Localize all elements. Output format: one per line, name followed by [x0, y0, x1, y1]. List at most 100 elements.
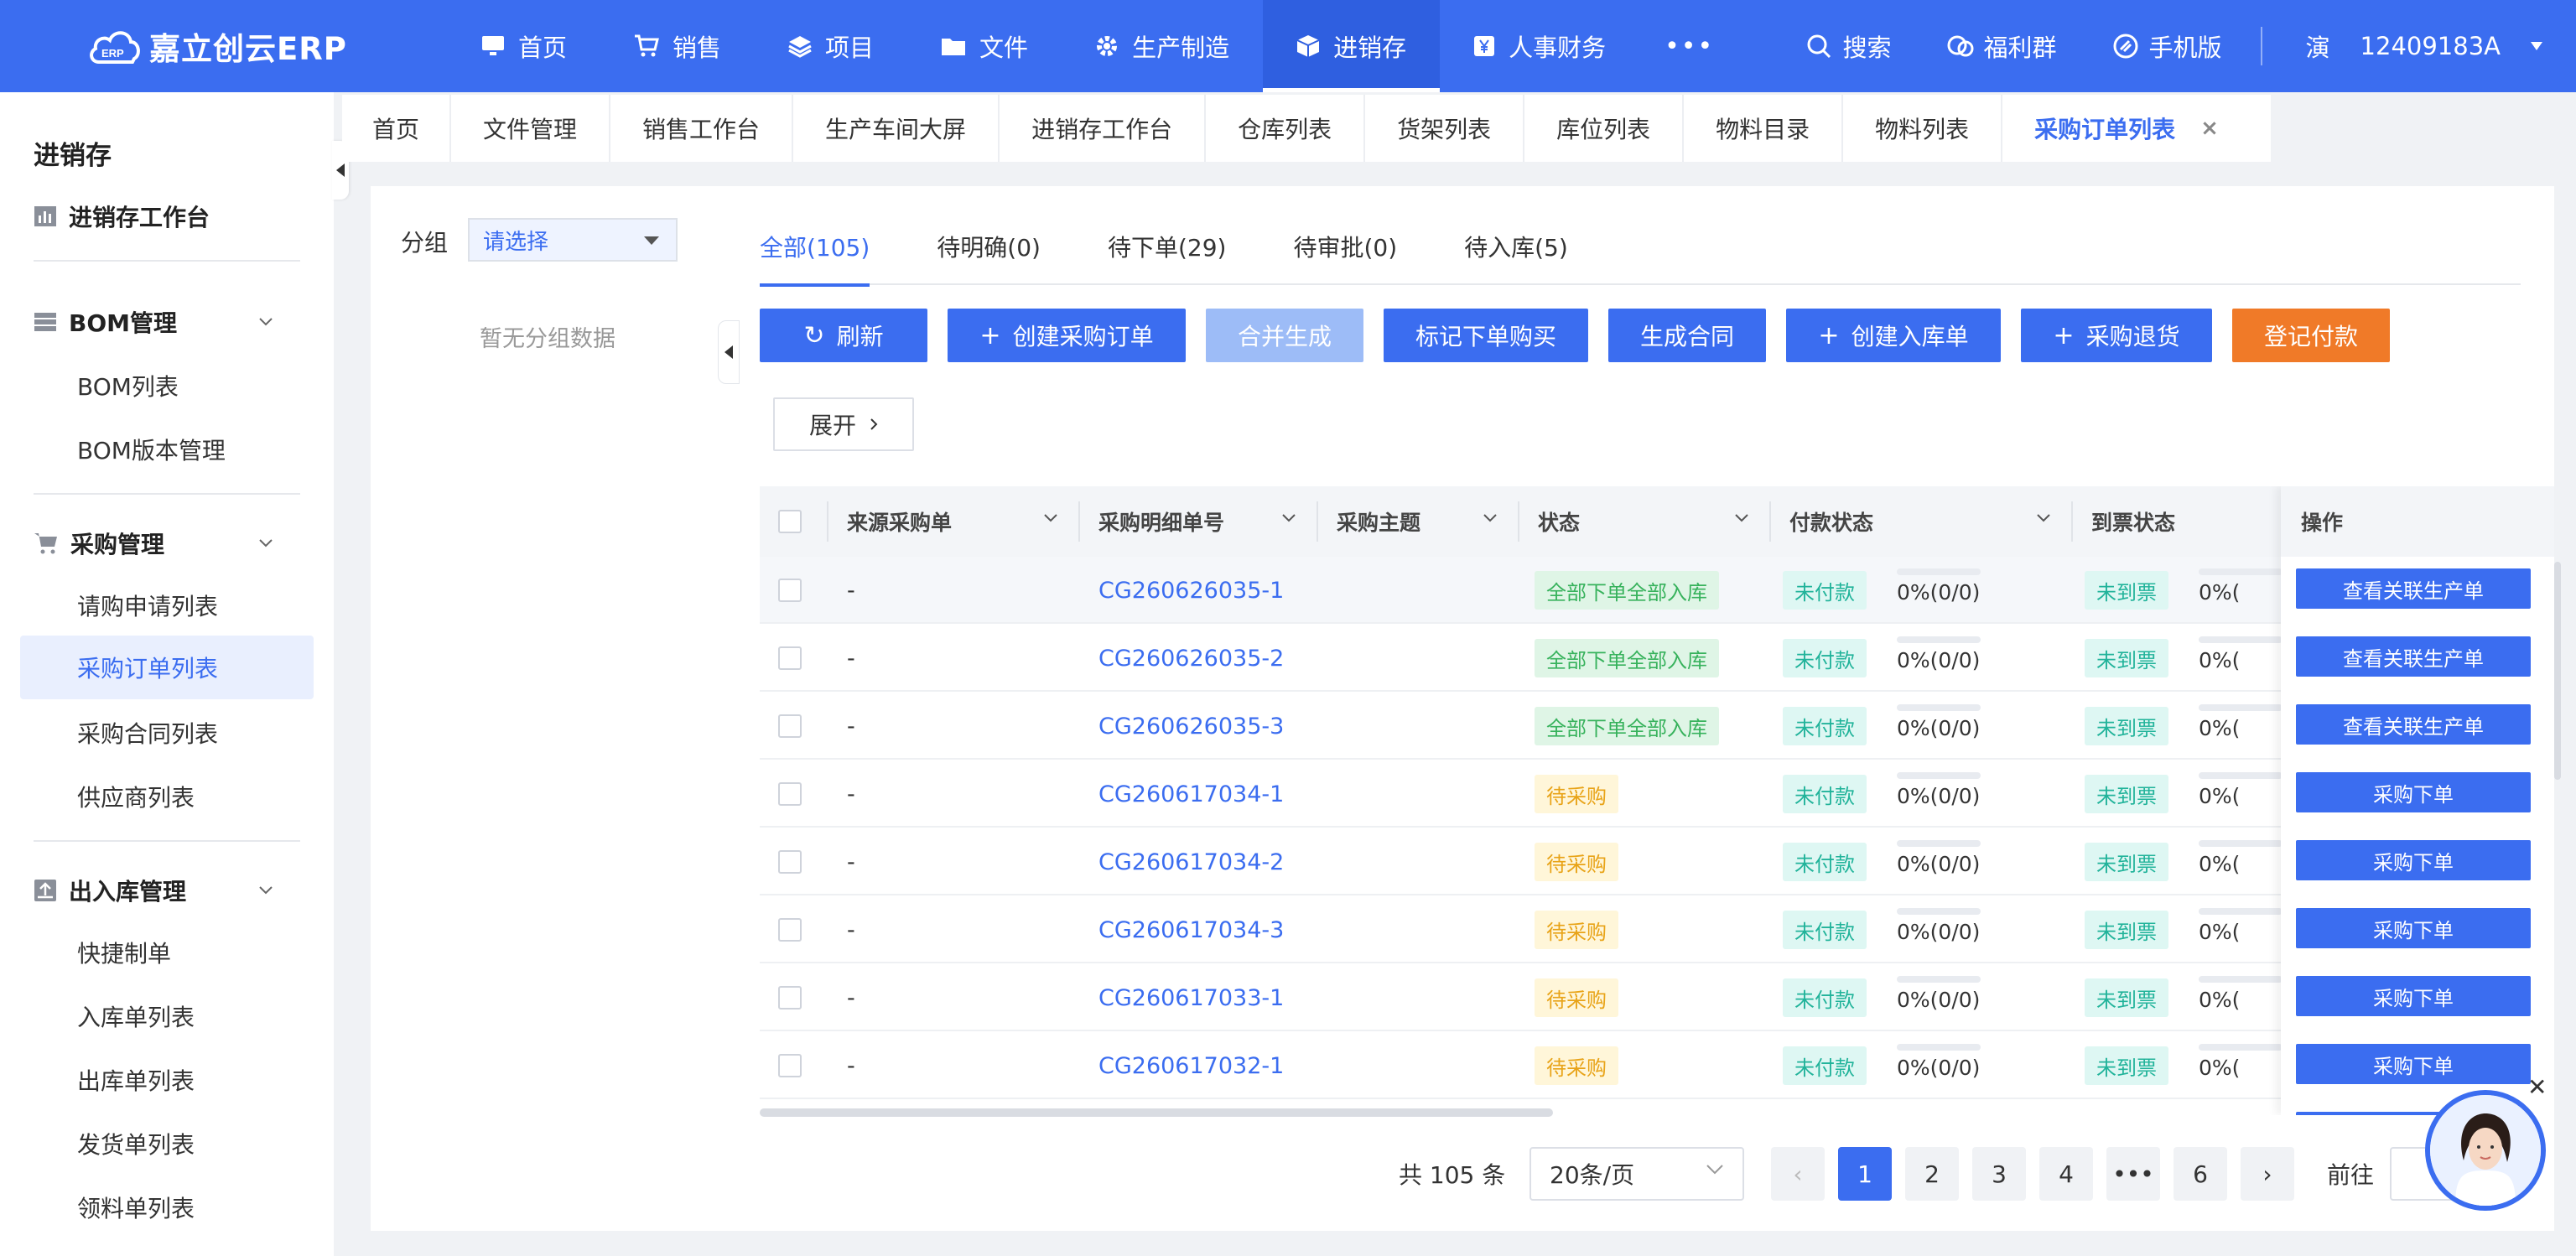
row-checkbox[interactable] [778, 714, 802, 738]
row-checkbox[interactable] [778, 986, 802, 1009]
status-tab-pending-confirm[interactable]: 待明确(0) [937, 230, 1041, 285]
create-inbound-button[interactable]: + 创建入库单 [1786, 309, 2001, 362]
tab-home[interactable]: 首页 [342, 95, 452, 162]
register-payment-button[interactable]: 登记付款 [2232, 309, 2390, 362]
assistant-avatar[interactable] [2425, 1090, 2546, 1211]
next-page-button[interactable]: › [2241, 1147, 2294, 1201]
row-checkbox-cell[interactable] [778, 1032, 802, 1099]
row-checkbox-cell[interactable] [778, 760, 802, 828]
sidebar-item-inbound-list[interactable]: 入库单列表 [77, 999, 195, 1033]
sidebar-item-picking-list[interactable]: 领料单列表 [77, 1191, 195, 1224]
user-menu[interactable]: 演 12409183A [2306, 29, 2542, 64]
view-related-production-button[interactable]: 查看关联生产单 [2296, 704, 2531, 745]
expand-filter-button[interactable]: 展开 [773, 397, 914, 451]
tab-warehouse-list[interactable]: 仓库列表 [1206, 95, 1366, 162]
sidebar-item-purchase-contract-list[interactable]: 采购合同列表 [77, 716, 218, 750]
group-panel-collapse-button[interactable] [718, 320, 740, 384]
detail-no-link[interactable]: CG260617034-3 [1098, 896, 1284, 963]
sidebar-item-requisition-list[interactable]: 请购申请列表 [77, 589, 218, 622]
nav-project[interactable]: 项目 [755, 0, 907, 92]
table-vertical-scrollbar[interactable] [2554, 562, 2561, 780]
merge-generate-button[interactable]: 合并生成 [1206, 309, 1363, 362]
app-logo[interactable]: ERP 嘉立创云ERP [87, 23, 448, 69]
select-all-checkbox-cell[interactable] [760, 486, 827, 557]
row-checkbox-cell[interactable] [778, 828, 802, 895]
nav-hr-finance[interactable]: 人事财务 [1440, 0, 1639, 92]
purchase-order-button[interactable]: 采购下单 [2296, 772, 2531, 812]
nav-inventory[interactable]: 进销存 [1263, 0, 1441, 92]
sidebar-item-bom-list[interactable]: BOM列表 [77, 369, 179, 402]
column-subject[interactable]: 采购主题 [1317, 486, 1518, 557]
nav-more-button[interactable]: ••• [1639, 0, 1739, 92]
row-checkbox-cell[interactable] [778, 693, 802, 760]
nav-file[interactable]: 文件 [907, 0, 1062, 92]
row-checkbox-cell[interactable] [778, 557, 802, 624]
select-all-checkbox[interactable] [778, 510, 802, 533]
sidebar-item-quick-order[interactable]: 快捷制单 [77, 936, 171, 969]
detail-no-link[interactable]: CG260626035-2 [1098, 625, 1284, 692]
page-6-button[interactable]: 6 [2174, 1147, 2227, 1201]
tab-purchase-order-list[interactable]: 采购订单列表 × [2002, 95, 2251, 162]
row-checkbox[interactable] [778, 1054, 802, 1077]
purchase-order-button[interactable]: 采购下单 [2296, 908, 2531, 948]
purchase-order-button[interactable]: 采购下单 [2296, 1044, 2531, 1084]
row-checkbox[interactable] [778, 850, 802, 874]
close-icon[interactable]: × [2200, 116, 2219, 141]
nav-home[interactable]: 首页 [448, 0, 600, 92]
detail-no-link[interactable]: CG260617033-1 [1098, 964, 1284, 1031]
status-tab-all[interactable]: 全部(105) [760, 230, 870, 287]
sidebar-item-workbench[interactable]: 进销存工作台 [34, 200, 285, 233]
sidebar-item-outbound-list[interactable]: 出库单列表 [77, 1063, 195, 1097]
sidebar-item-purchase-order-list[interactable]: 采购订单列表 [20, 636, 314, 699]
detail-no-link[interactable]: CG260617032-1 [1098, 1032, 1284, 1099]
tab-material-catalog[interactable]: 物料目录 [1684, 95, 1844, 162]
page-3-button[interactable]: 3 [1972, 1147, 2026, 1201]
detail-no-link[interactable]: CG260617034-2 [1098, 828, 1284, 895]
status-tab-pending-inbound[interactable]: 待入库(5) [1464, 230, 1568, 285]
status-tab-pending-order[interactable]: 待下单(29) [1108, 230, 1226, 285]
purchase-order-button[interactable]: 采购下单 [2296, 840, 2531, 880]
page-2-button[interactable]: 2 [1905, 1147, 1959, 1201]
tab-file-management[interactable]: 文件管理 [451, 95, 611, 162]
sidebar-section-purchase[interactable]: 采购管理 [34, 527, 285, 560]
row-checkbox[interactable] [778, 918, 802, 942]
column-source-po[interactable]: 来源采购单 [827, 486, 1078, 557]
sidebar-section-bom[interactable]: BOM管理 [34, 305, 285, 339]
nav-sales[interactable]: 销售 [600, 0, 755, 92]
purchase-order-button[interactable]: 采购下单 [2296, 976, 2531, 1016]
mark-ordered-button[interactable]: 标记下单购买 [1384, 309, 1588, 362]
page-4-button[interactable]: 4 [2039, 1147, 2093, 1201]
assistant-close-icon[interactable]: ✕ [2527, 1073, 2547, 1101]
prev-page-button[interactable]: ‹ [1771, 1147, 1825, 1201]
tab-location-list[interactable]: 库位列表 [1524, 95, 1685, 162]
column-payment-status[interactable]: 付款状态 [1769, 486, 2071, 557]
page-1-button[interactable]: 1 [1838, 1147, 1892, 1201]
purchase-return-button[interactable]: + 采购退货 [2021, 309, 2212, 362]
tab-workshop-screen[interactable]: 生产车间大屏 [793, 95, 1000, 162]
search-button[interactable]: 搜索 [1805, 29, 1892, 64]
create-purchase-order-button[interactable]: + 创建采购订单 [948, 309, 1186, 362]
group-select[interactable]: 请选择 [468, 218, 678, 262]
row-checkbox-cell[interactable] [778, 964, 802, 1031]
row-checkbox-cell[interactable] [778, 625, 802, 692]
column-status[interactable]: 状态 [1518, 486, 1769, 557]
more-pages-button[interactable]: ••• [2106, 1147, 2160, 1201]
view-related-production-button[interactable]: 查看关联生产单 [2296, 636, 2531, 677]
detail-no-link[interactable]: CG260626035-3 [1098, 693, 1284, 760]
welfare-group-button[interactable]: 福利群 [1947, 29, 2057, 64]
column-detail-no[interactable]: 采购明细单号 [1078, 486, 1317, 557]
page-size-select[interactable]: 20条/页 [1530, 1147, 1744, 1201]
table-horizontal-scrollbar[interactable] [760, 1108, 1553, 1117]
nav-production[interactable]: 生产制造 [1062, 0, 1263, 92]
tab-material-list[interactable]: 物料列表 [1843, 95, 2003, 162]
row-checkbox-cell[interactable] [778, 896, 802, 963]
row-checkbox[interactable] [778, 782, 802, 806]
mobile-version-button[interactable]: 手机版 [2112, 29, 2222, 64]
tab-inventory-workbench[interactable]: 进销存工作台 [1000, 95, 1207, 162]
tab-shelf-list[interactable]: 货架列表 [1365, 95, 1525, 162]
detail-no-link[interactable]: CG260626035-1 [1098, 557, 1284, 624]
status-tab-pending-approval[interactable]: 待审批(0) [1293, 230, 1397, 285]
sidebar-section-inout[interactable]: 出入库管理 [34, 874, 285, 907]
generate-contract-button[interactable]: 生成合同 [1608, 309, 1766, 362]
refresh-button[interactable]: ↻ 刷新 [760, 309, 927, 362]
